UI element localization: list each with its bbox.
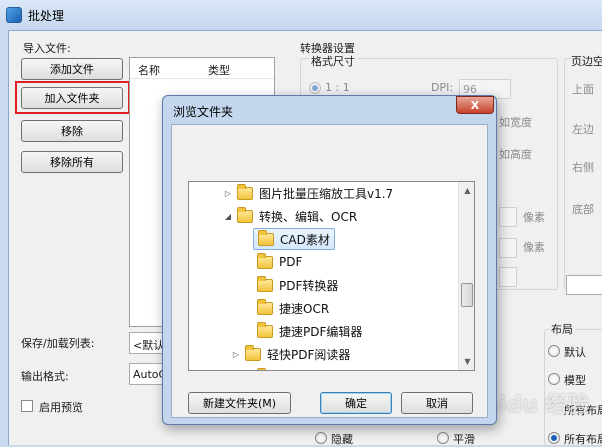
folder-icon	[245, 344, 261, 361]
width-label: 如宽度	[499, 116, 532, 129]
tree-item[interactable]: ▷ 轻快PDF阅读器	[189, 343, 350, 365]
margin-top-label: 上面	[572, 83, 594, 96]
browse-folder-dialog: 浏览文件夹 X ▷ 图片批量压缩放工具v1.7 ◢ 转换、编辑、OCR CAD素材 PDF…	[162, 95, 497, 425]
pixel-input-2[interactable]	[499, 238, 517, 258]
tree-item-label: 捷速OCR	[279, 301, 330, 316]
tree-item-label: PDF转换器	[279, 278, 339, 293]
save-load-label: 保存/加载列表:	[21, 337, 95, 350]
tree-item[interactable]: 捷速OCR	[189, 297, 329, 319]
folder-icon	[257, 252, 273, 269]
expanded-icon[interactable]: ◢	[223, 212, 233, 221]
app-icon	[6, 7, 22, 23]
folder-icon	[257, 298, 273, 315]
add-file-button[interactable]: 添加文件	[21, 58, 123, 80]
scroll-thumb[interactable]	[461, 283, 473, 307]
format-size-title: 格式尺寸	[309, 53, 357, 69]
enable-preview-label: 启用预览	[39, 401, 83, 414]
folder-icon	[258, 229, 274, 246]
layout-model-label: 模型	[564, 374, 586, 387]
tree-item[interactable]: 迅捷CAD编辑器	[189, 366, 365, 371]
tree-item[interactable]: PDF转换器	[189, 274, 338, 296]
layout-all-radio[interactable]	[548, 432, 560, 444]
layout-model-radio[interactable]	[548, 373, 560, 385]
margin-bottom-label: 底部	[572, 203, 594, 216]
margin-input[interactable]	[566, 275, 602, 295]
tree-item-label: PDF	[279, 255, 303, 269]
tree-item-label: 轻快PDF阅读器	[267, 347, 351, 362]
remove-button[interactable]: 移除	[21, 120, 123, 142]
enable-preview-checkbox[interactable]	[21, 400, 33, 412]
folder-tree[interactable]: ▷ 图片批量压缩放工具v1.7 ◢ 转换、编辑、OCR CAD素材 PDF PDF转换器 捷速…	[188, 181, 475, 371]
column-header-name[interactable]: 名称	[138, 62, 160, 78]
scroll-up-icon[interactable]: ▲	[459, 182, 474, 199]
margins-title: 页边空	[570, 53, 602, 69]
tree-item[interactable]: 捷速PDF编辑器	[189, 320, 362, 342]
new-folder-button[interactable]: 新建文件夹(M)	[188, 392, 291, 414]
tree-item-label: 图片批量压缩放工具v1.7	[259, 186, 394, 201]
tree-item[interactable]: CAD素材	[253, 228, 335, 250]
ratio-label: 1 : 1	[325, 81, 350, 94]
column-header-type[interactable]: 类型	[208, 62, 230, 78]
folder-icon	[237, 206, 253, 223]
smooth-radio[interactable]	[437, 432, 449, 444]
tree-scrollbar[interactable]: ▲ ▼	[458, 182, 474, 370]
import-label: 导入文件:	[23, 42, 71, 55]
layout-default-label: 默认	[564, 346, 586, 359]
tree-item-label: 迅捷CAD编辑器	[279, 369, 365, 371]
hide-radio[interactable]	[315, 432, 327, 444]
output-format-label: 输出格式:	[21, 370, 69, 383]
window-title: 批处理	[28, 9, 65, 23]
ratio-radio[interactable]	[309, 82, 321, 94]
folder-icon	[257, 367, 266, 370]
list-header-divider	[130, 78, 274, 79]
dialog-title: 浏览文件夹	[173, 105, 234, 119]
height-label: 如高度	[499, 148, 532, 161]
tree-item[interactable]: ▷ 图片批量压缩放工具v1.7	[189, 182, 393, 204]
margin-right-label: 右侧	[572, 161, 594, 174]
folder-icon	[257, 321, 273, 338]
scroll-down-icon[interactable]: ▼	[459, 353, 474, 370]
remove-all-button[interactable]: 移除所有	[21, 151, 123, 173]
tree-item-label: 转换、编辑、OCR	[259, 209, 358, 224]
cancel-button[interactable]: 取消	[401, 392, 473, 414]
window-titlebar: 批处理	[0, 0, 602, 30]
pixel-input-1[interactable]	[499, 207, 517, 227]
tree-item-label: CAD素材	[280, 232, 330, 247]
tree-item-label: 捷速PDF编辑器	[279, 324, 363, 339]
folder-icon	[257, 275, 273, 292]
tree-item[interactable]: ◢ 转换、编辑、OCR	[189, 205, 357, 227]
collapsed-icon[interactable]: ▷	[223, 189, 233, 198]
pixel-unit-2: 像素	[523, 241, 545, 254]
add-folder-button[interactable]: 加入文件夹	[21, 87, 123, 109]
format-select[interactable]	[499, 267, 517, 287]
layout-title: 布局	[549, 321, 575, 337]
ok-button[interactable]: 确定	[320, 392, 392, 414]
tree-item[interactable]: PDF	[189, 251, 302, 273]
collapsed-icon[interactable]: ▷	[231, 350, 241, 359]
close-icon[interactable]: X	[456, 96, 494, 114]
dpi-label: DPI:	[431, 81, 454, 94]
margin-left-label: 左边	[572, 123, 594, 136]
layout-default-radio[interactable]	[548, 345, 560, 357]
pixel-unit-1: 像素	[523, 211, 545, 224]
folder-icon	[237, 183, 253, 200]
